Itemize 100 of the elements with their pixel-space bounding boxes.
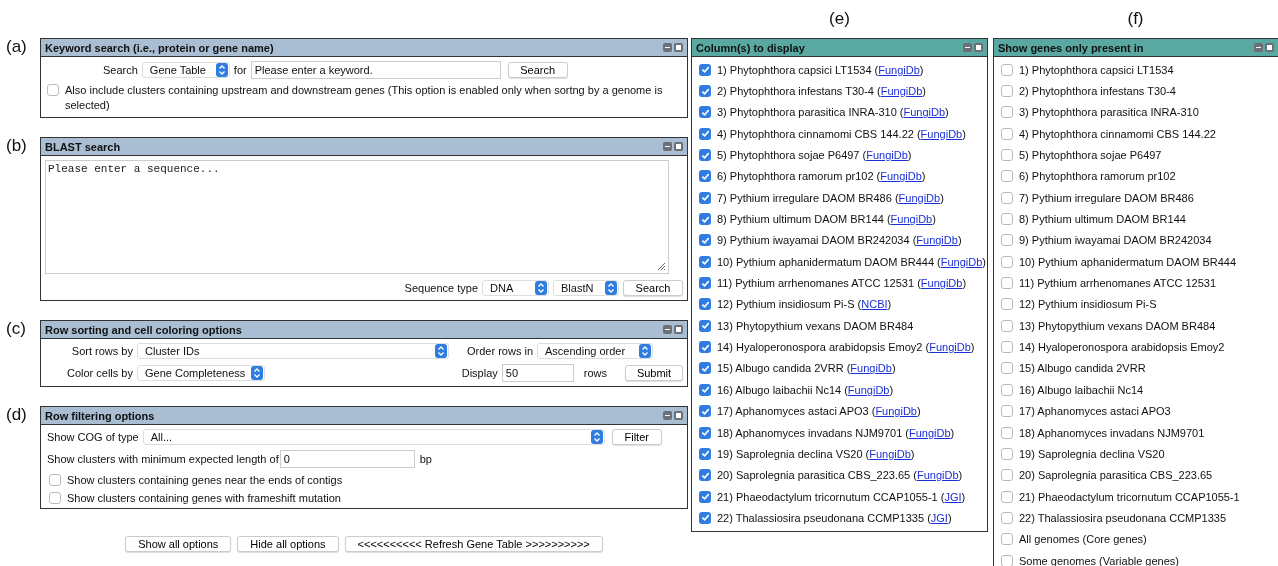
resize-grip-icon[interactable] bbox=[656, 261, 666, 271]
checkbox[interactable] bbox=[1001, 277, 1013, 290]
checkbox[interactable] bbox=[1001, 469, 1013, 482]
minimize-icon[interactable] bbox=[663, 43, 672, 52]
checkbox[interactable] bbox=[1001, 63, 1013, 76]
checkbox[interactable] bbox=[699, 85, 711, 97]
restore-icon[interactable] bbox=[1265, 43, 1274, 52]
source-link[interactable]: FungiDb bbox=[869, 447, 911, 460]
checkbox[interactable] bbox=[699, 447, 711, 460]
source-link[interactable]: FungiDb bbox=[909, 426, 951, 439]
dropdown[interactable]: Gene Completeness bbox=[137, 365, 265, 381]
checkbox[interactable] bbox=[1001, 341, 1013, 354]
restore-icon[interactable] bbox=[674, 142, 683, 151]
checkbox[interactable] bbox=[699, 341, 711, 354]
checkbox[interactable] bbox=[699, 127, 711, 140]
checkbox[interactable] bbox=[699, 319, 711, 332]
checkbox[interactable] bbox=[1001, 85, 1013, 97]
restore-icon[interactable] bbox=[974, 43, 983, 52]
source-link[interactable]: FungiDb bbox=[916, 234, 958, 247]
source-link[interactable]: FungiDb bbox=[929, 341, 971, 354]
source-link[interactable]: FungiDb bbox=[898, 191, 941, 204]
checkbox[interactable] bbox=[699, 234, 711, 247]
source-link[interactable]: FungiDb bbox=[880, 85, 923, 97]
checkbox[interactable] bbox=[1001, 213, 1013, 226]
checkbox[interactable] bbox=[1001, 490, 1013, 503]
restore-icon[interactable] bbox=[674, 411, 683, 420]
source-link[interactable]: FungiDb bbox=[875, 405, 917, 418]
footer-button[interactable]: <<<<<<<<<< Refresh Gene Table >>>>>>>>>> bbox=[344, 536, 603, 552]
restore-icon[interactable] bbox=[674, 43, 683, 52]
updown-arrow-icon[interactable] bbox=[590, 430, 603, 444]
submit-button[interactable]: Submit bbox=[625, 365, 683, 381]
checkbox[interactable] bbox=[699, 383, 711, 396]
dropdown[interactable]: Gene Table bbox=[141, 62, 230, 78]
restore-icon[interactable] bbox=[674, 325, 683, 334]
checkbox[interactable] bbox=[699, 490, 711, 503]
updown-arrow-icon[interactable] bbox=[215, 63, 228, 77]
checkbox[interactable] bbox=[699, 149, 711, 162]
checkbox[interactable] bbox=[699, 511, 711, 524]
checkbox[interactable] bbox=[49, 474, 61, 486]
checkbox[interactable] bbox=[1001, 191, 1013, 204]
checkbox[interactable] bbox=[1001, 405, 1013, 418]
checkbox[interactable] bbox=[1001, 319, 1013, 332]
updown-arrow-icon[interactable] bbox=[435, 344, 447, 358]
minimize-icon[interactable] bbox=[963, 43, 972, 52]
checkbox[interactable] bbox=[1001, 383, 1013, 396]
checkbox[interactable] bbox=[699, 191, 711, 204]
updown-arrow-icon[interactable] bbox=[605, 281, 617, 295]
checkbox[interactable] bbox=[1001, 298, 1013, 311]
keyword-field[interactable]: Please enter a keyword. bbox=[250, 61, 501, 79]
checkbox[interactable] bbox=[699, 277, 711, 290]
checkbox[interactable] bbox=[699, 106, 711, 119]
checkbox[interactable] bbox=[1001, 127, 1013, 140]
checkbox[interactable] bbox=[699, 170, 711, 183]
checkbox[interactable] bbox=[1001, 234, 1013, 247]
dropdown[interactable]: All... bbox=[142, 429, 605, 445]
source-link[interactable]: FungiDb bbox=[940, 255, 983, 268]
checkbox[interactable] bbox=[1001, 554, 1013, 566]
checkbox[interactable] bbox=[49, 492, 61, 504]
source-link[interactable]: FungiDb bbox=[916, 469, 959, 482]
footer-button[interactable]: Show all options bbox=[125, 536, 232, 552]
checkbox[interactable] bbox=[699, 255, 711, 268]
search-button[interactable]: Search bbox=[623, 280, 683, 296]
minimize-icon[interactable] bbox=[663, 325, 672, 334]
checkbox[interactable] bbox=[1001, 170, 1013, 183]
sequence-field[interactable]: Please enter a sequence... bbox=[45, 160, 669, 274]
checkbox[interactable] bbox=[1001, 255, 1013, 268]
source-link[interactable]: FungiDb bbox=[850, 362, 892, 375]
filter-button[interactable]: Filter bbox=[611, 429, 662, 445]
checkbox[interactable] bbox=[1001, 447, 1013, 460]
minimize-icon[interactable] bbox=[663, 142, 672, 151]
checkbox[interactable] bbox=[47, 84, 59, 96]
checkbox[interactable] bbox=[699, 362, 711, 375]
checkbox[interactable] bbox=[699, 405, 711, 418]
checkbox[interactable] bbox=[699, 63, 711, 76]
checkbox[interactable] bbox=[699, 298, 711, 311]
source-link[interactable]: FungiDb bbox=[890, 213, 933, 226]
checkbox[interactable] bbox=[699, 469, 711, 482]
minimize-icon[interactable] bbox=[663, 411, 672, 420]
updown-arrow-icon[interactable] bbox=[639, 344, 652, 358]
source-link[interactable]: FungiDb bbox=[880, 170, 922, 183]
checkbox[interactable] bbox=[1001, 533, 1013, 546]
source-link[interactable]: FungiDb bbox=[920, 127, 963, 140]
search-button[interactable]: Search bbox=[507, 62, 568, 78]
updown-arrow-icon[interactable] bbox=[535, 281, 547, 295]
source-link[interactable]: JGI bbox=[944, 490, 962, 503]
dropdown[interactable]: BlastN bbox=[553, 280, 619, 296]
checkbox[interactable] bbox=[1001, 149, 1013, 162]
checkbox[interactable] bbox=[1001, 362, 1013, 375]
checkbox[interactable] bbox=[1001, 426, 1013, 439]
checkbox[interactable] bbox=[1001, 106, 1013, 119]
checkbox[interactable] bbox=[699, 426, 711, 439]
updown-arrow-icon[interactable] bbox=[251, 366, 263, 380]
footer-button[interactable]: Hide all options bbox=[237, 536, 339, 552]
checkbox[interactable] bbox=[699, 213, 711, 226]
source-link[interactable]: FungiDb bbox=[866, 149, 908, 162]
length-field[interactable]: 0 bbox=[279, 450, 415, 468]
minimize-icon[interactable] bbox=[1254, 43, 1263, 52]
dropdown[interactable]: DNA bbox=[482, 280, 549, 296]
dropdown[interactable]: Cluster IDs bbox=[137, 343, 449, 359]
source-link[interactable]: FungiDb bbox=[878, 63, 920, 76]
